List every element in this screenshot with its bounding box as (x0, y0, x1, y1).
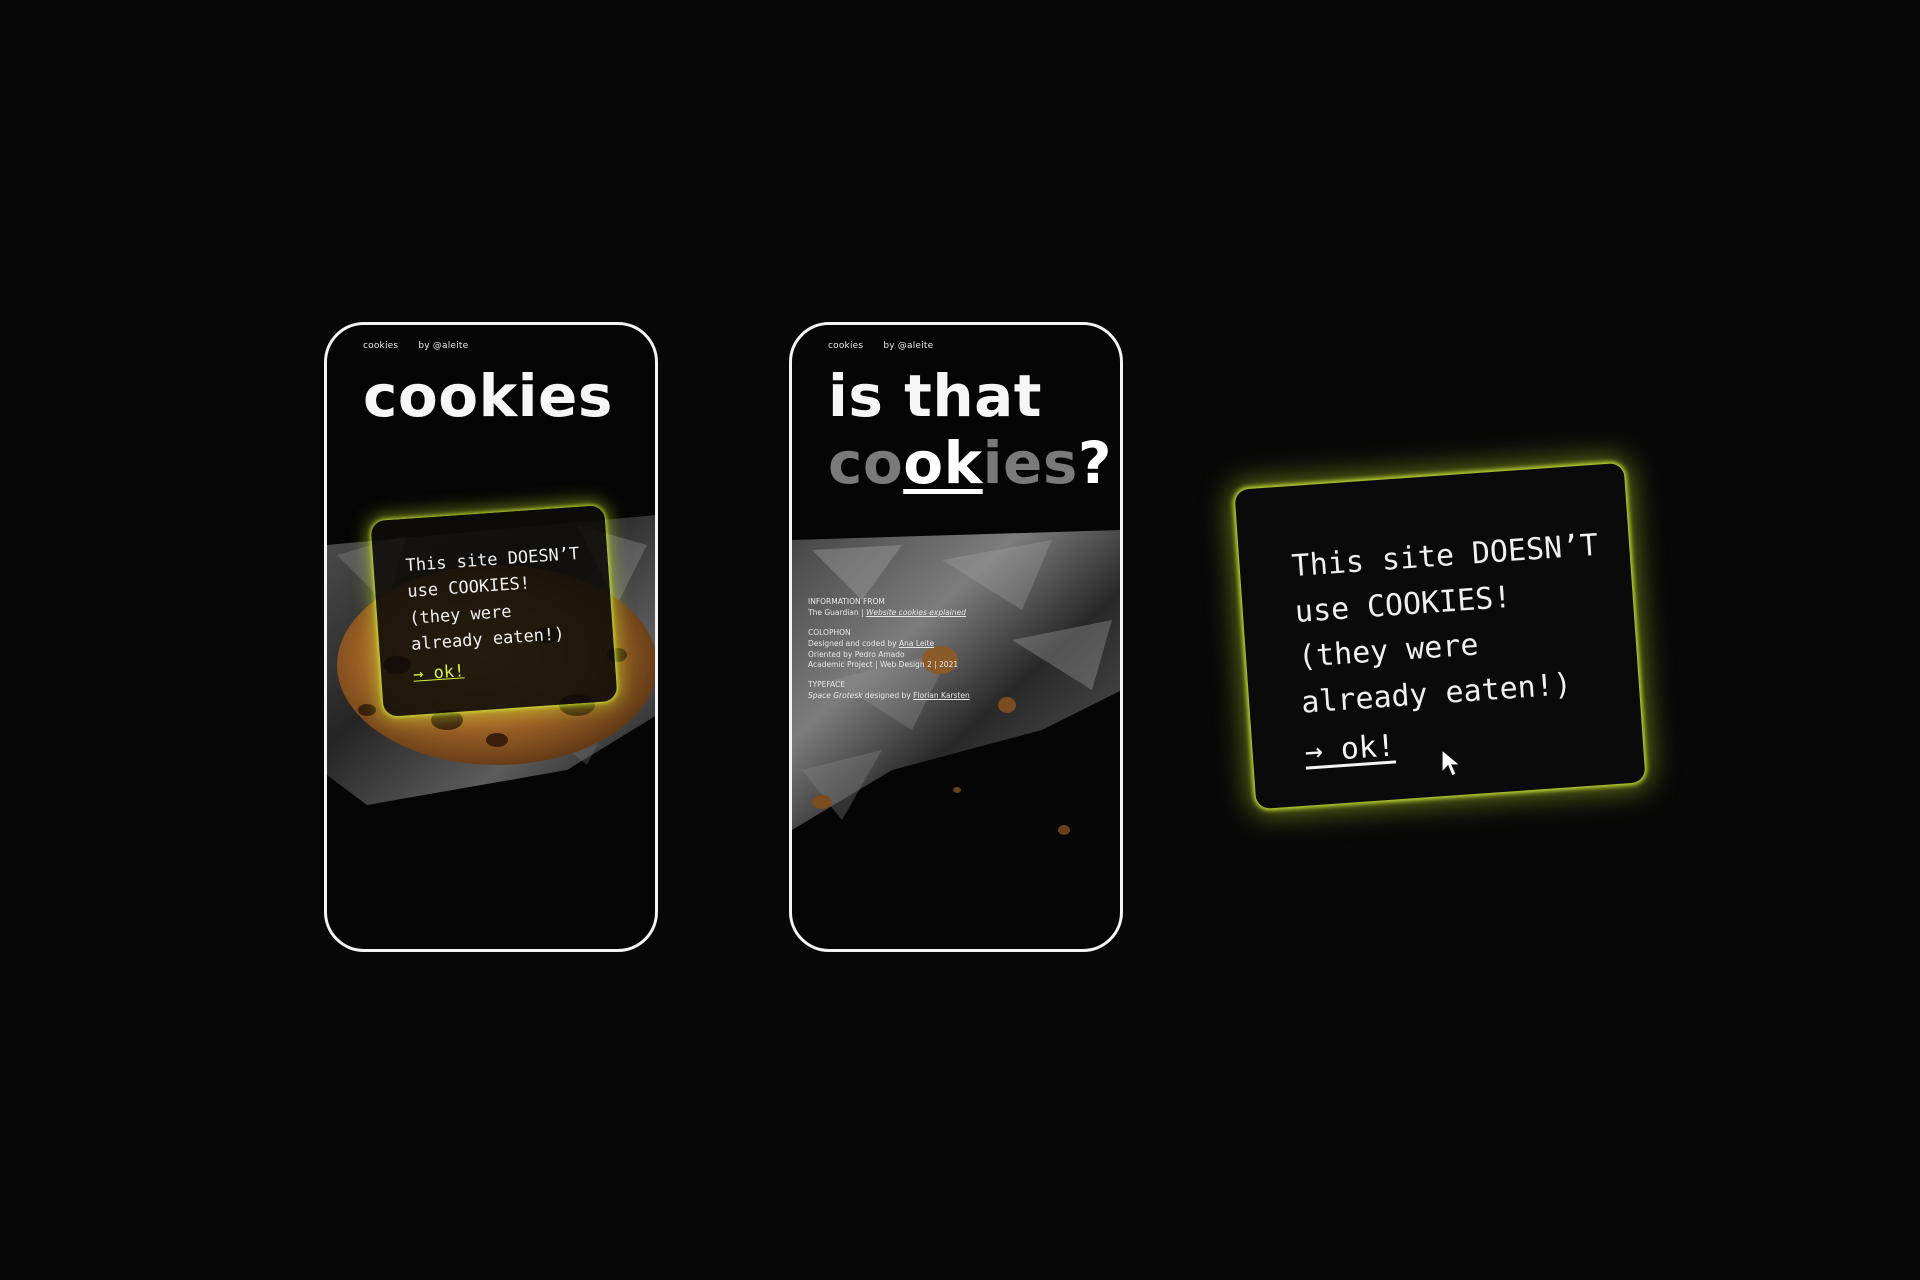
title-question-mark: ? (1077, 428, 1113, 497)
credits-colophon-heading: COLOPHON (808, 627, 851, 637)
credits-typeface-mid: designed by (862, 691, 914, 701)
credits-block: INFORMATION FROM The Guardian | Website … (808, 597, 1108, 711)
credits-info-sep: | (858, 607, 866, 617)
credits-author-link[interactable]: Ana Leite (899, 639, 934, 648)
phone-mockup-cookies: cookies by @aleite cookies This site DOE… (324, 322, 658, 952)
credits-typeface-line: Space Grotesk designed by Florian Karste… (808, 691, 1108, 702)
title-line-1: is that (828, 362, 1042, 430)
top-nav: cookies by @aleite (363, 341, 468, 351)
credits-info-section: INFORMATION FROM The Guardian | Website … (808, 597, 1108, 619)
credits-colophon-line-2: Oriented by Pedro Amado (808, 649, 905, 659)
credits-colophon-section: COLOPHON Designed and coded by Ana Leite… (808, 628, 1108, 672)
credits-typeface-name: Space Grotesk (808, 691, 863, 701)
credits-colophon-line-1: Designed and coded by Ana Leite (808, 639, 1108, 650)
credits-info-line: The Guardian | Website cookies explained (808, 608, 1108, 619)
ok-button[interactable]: → ok! (412, 659, 465, 689)
credits-typeface-heading: TYPEFACE (808, 680, 846, 690)
credits-info-article-link[interactable]: Website cookies explained (866, 608, 966, 617)
title-ies: ies (982, 428, 1078, 497)
nav-author[interactable]: by @aleite (418, 341, 468, 351)
cookie-notice-card: This site DOESN’T use COOKIES! (they wer… (370, 505, 618, 717)
cursor-arrow-icon (1441, 748, 1462, 777)
page-title: cookies (363, 362, 613, 430)
nav-site-name[interactable]: cookies (363, 341, 398, 351)
title-line-2: cookies? (828, 428, 1113, 497)
top-nav: cookies by @aleite (828, 341, 933, 351)
credits-colophon-line-3: Academic Project | Web Design 2 | 2021 (808, 660, 959, 670)
nav-author[interactable]: by @aleite (883, 341, 933, 351)
ok-button[interactable]: → ok! (1303, 724, 1397, 776)
credits-typeface-section: TYPEFACE Space Grotesk designed by Flori… (808, 680, 1108, 702)
credits-info-source: The Guardian (808, 607, 859, 617)
credits-designed-by: Designed and coded by (808, 638, 899, 648)
phone-mockup-is-that-cookies: cookies by @aleite is that cookies? INFO… (789, 322, 1123, 952)
credits-typeface-designer-link[interactable]: Florian Karsten (913, 691, 970, 700)
page-title: is that cookies? (828, 363, 1112, 496)
credits-info-heading: INFORMATION FROM (808, 597, 885, 606)
title-ok: ok (903, 428, 983, 497)
title-co: co (828, 428, 904, 497)
nav-site-name[interactable]: cookies (828, 341, 863, 351)
